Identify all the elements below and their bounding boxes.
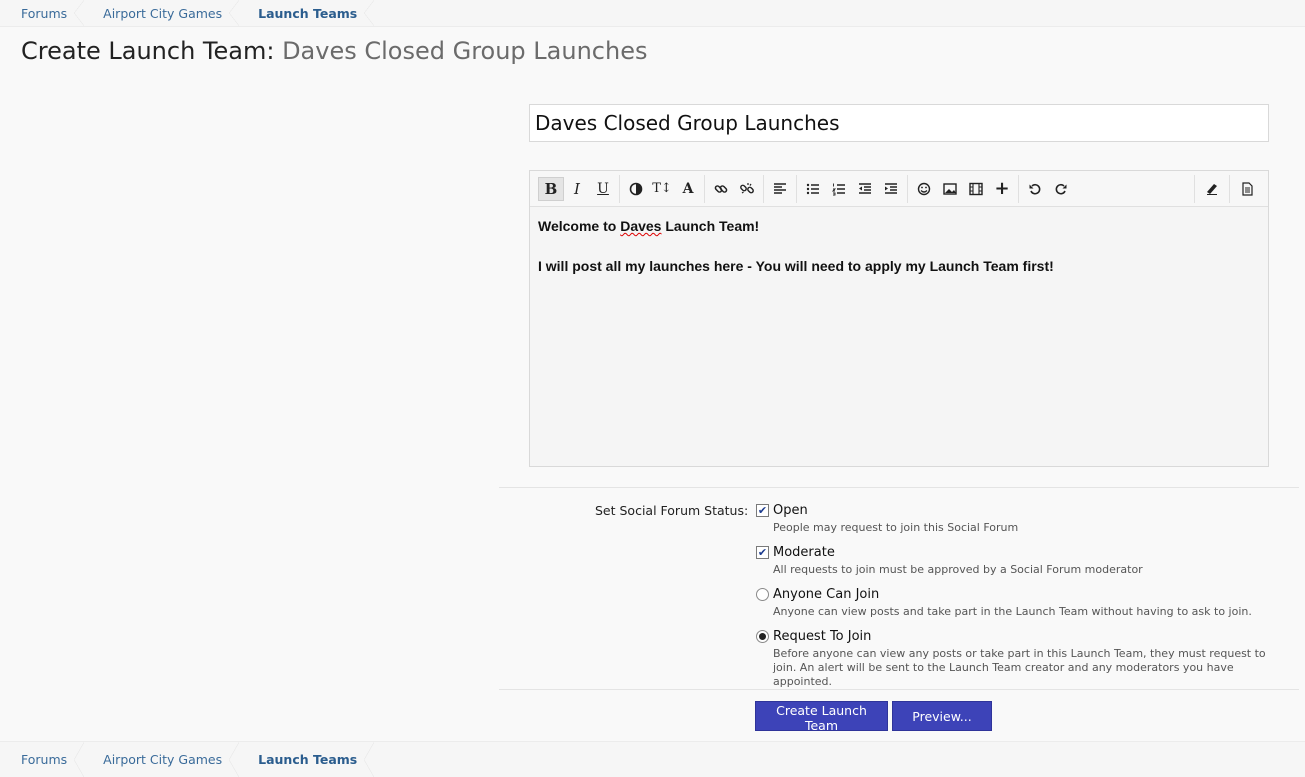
preview-button[interactable]: Preview... bbox=[892, 701, 992, 731]
bold-icon[interactable]: B bbox=[538, 176, 564, 201]
remove-formatting-icon[interactable] bbox=[1199, 177, 1225, 201]
toolbar-group-insert: + bbox=[908, 174, 1019, 203]
toolbar-group-basic: B I U bbox=[535, 174, 620, 203]
open-checkbox[interactable]: ✔ bbox=[756, 504, 769, 517]
italic-icon[interactable]: I bbox=[564, 177, 590, 201]
editor-line-2: I will post all my launches here - You w… bbox=[538, 257, 1054, 274]
font-size-icon[interactable]: T↕ bbox=[649, 177, 675, 201]
misspelled-word: Daves bbox=[620, 218, 662, 234]
editor-text: Welcome to bbox=[538, 218, 621, 234]
option-description: People may request to join this Social F… bbox=[773, 521, 1019, 534]
insert-more-icon[interactable]: + bbox=[989, 177, 1015, 201]
page-title: Create Launch Team: Daves Closed Group L… bbox=[21, 37, 647, 65]
font-icon[interactable]: A bbox=[675, 177, 701, 201]
option-open: ✔ Open People may request to join this So… bbox=[756, 502, 1276, 535]
indent-icon[interactable] bbox=[878, 177, 904, 201]
breadcrumb: Forums Airport City Games Launch Teams bbox=[0, 0, 1305, 27]
option-label: Anyone Can Join bbox=[773, 587, 880, 602]
option-anyone-can-join: Anyone Can Join Anyone can view posts an… bbox=[756, 586, 1276, 619]
toolbar-group-clear bbox=[1194, 175, 1229, 203]
team-title-input[interactable] bbox=[529, 104, 1269, 142]
create-launch-team-button[interactable]: Create Launch Team bbox=[755, 701, 888, 733]
numbered-list-icon[interactable] bbox=[826, 177, 852, 201]
bulleted-list-icon[interactable] bbox=[800, 177, 826, 201]
option-label: Request To Join bbox=[773, 629, 872, 644]
toolbar-group-lists bbox=[797, 174, 908, 203]
option-description: All requests to join must be approved by… bbox=[773, 563, 1143, 576]
breadcrumb-airport-city-games[interactable]: Airport City Games bbox=[82, 742, 240, 777]
breadcrumb-forums[interactable]: Forums bbox=[0, 0, 85, 26]
breadcrumb-bottom: Forums Airport City Games Launch Teams bbox=[0, 741, 1305, 777]
align-left-icon[interactable] bbox=[767, 177, 793, 201]
editor-toolbar: B I U T↕ A + bbox=[530, 171, 1268, 207]
rich-text-editor: B I U T↕ A + Welcome to Daves Launch Tea… bbox=[529, 170, 1269, 467]
toolbar-group-align bbox=[764, 174, 797, 203]
option-label: Moderate bbox=[773, 545, 835, 560]
undo-icon[interactable] bbox=[1022, 177, 1048, 201]
toolbar-group-history bbox=[1019, 175, 1077, 203]
toolbar-group-links bbox=[705, 174, 764, 203]
link-icon[interactable] bbox=[708, 177, 734, 201]
option-description: Anyone can view posts and take part in t… bbox=[773, 605, 1252, 618]
editor-text: Launch Team! bbox=[661, 218, 760, 234]
underline-icon[interactable]: U bbox=[590, 177, 616, 201]
divider bbox=[499, 487, 1299, 488]
smilie-icon[interactable] bbox=[911, 177, 937, 201]
page-title-prefix: Create Launch Team: bbox=[21, 37, 283, 65]
moderate-checkbox[interactable]: ✔ bbox=[756, 546, 769, 559]
toolbar-group-source bbox=[1229, 175, 1264, 203]
breadcrumb-airport-city-games[interactable]: Airport City Games bbox=[82, 0, 240, 26]
anyone-can-join-radio[interactable] bbox=[756, 588, 769, 601]
toolbar-group-font: T↕ A bbox=[620, 174, 705, 203]
outdent-icon[interactable] bbox=[852, 177, 878, 201]
status-options: ✔ Open People may request to join this So… bbox=[756, 502, 1276, 698]
editor-line-1: Welcome to Daves Launch Team! bbox=[538, 217, 1260, 237]
toolbar-right bbox=[1194, 175, 1264, 203]
redo-icon[interactable] bbox=[1048, 177, 1074, 201]
option-request-to-join: Request To Join Before anyone can view a… bbox=[756, 628, 1276, 689]
text-color-icon[interactable] bbox=[623, 177, 649, 201]
breadcrumb-launch-teams[interactable]: Launch Teams bbox=[237, 742, 375, 777]
option-label: Open bbox=[773, 503, 808, 518]
image-icon[interactable] bbox=[937, 177, 963, 201]
unlink-icon[interactable] bbox=[734, 177, 760, 201]
media-icon[interactable] bbox=[963, 177, 989, 201]
request-to-join-radio[interactable] bbox=[756, 630, 769, 643]
breadcrumb-forums[interactable]: Forums bbox=[0, 742, 85, 777]
option-description: Before anyone can view any posts or take… bbox=[773, 647, 1266, 688]
page-title-name: Daves Closed Group Launches bbox=[282, 37, 648, 65]
status-label: Set Social Forum Status: bbox=[595, 503, 749, 518]
source-mode-icon[interactable] bbox=[1234, 177, 1260, 201]
breadcrumb-launch-teams[interactable]: Launch Teams bbox=[237, 0, 375, 26]
editor-content[interactable]: Welcome to Daves Launch Team! I will pos… bbox=[530, 207, 1268, 306]
option-moderate: ✔ Moderate All requests to join must be a… bbox=[756, 544, 1276, 577]
divider bbox=[499, 689, 1299, 690]
